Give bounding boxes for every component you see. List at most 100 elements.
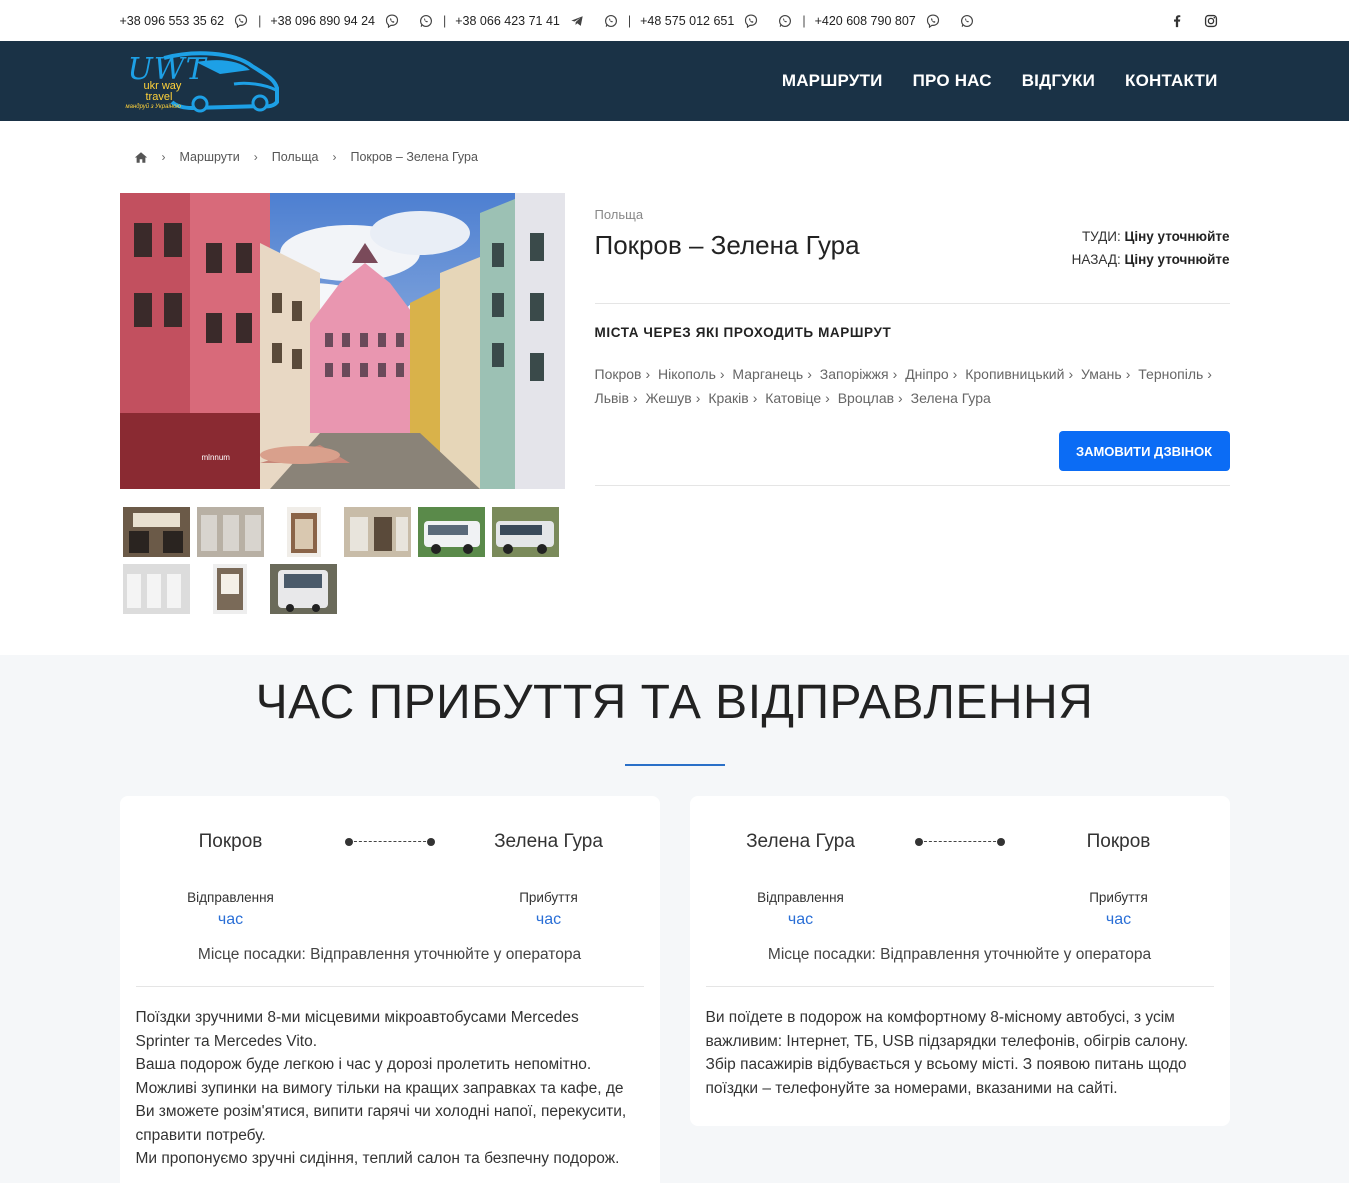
thumbnail[interactable]	[491, 507, 559, 557]
separator: |	[258, 13, 262, 28]
to-city: Покров	[1086, 831, 1151, 852]
phone-link[interactable]: +420 608 790 807	[815, 14, 916, 28]
schedule-card-return: Зелена Гура Покров Відправлення час Приб…	[689, 796, 1230, 1126]
thumbnail-list	[120, 507, 565, 614]
to-city: Зелена Гура	[494, 831, 603, 852]
city: Жешув	[645, 390, 692, 406]
thumbnail[interactable]	[122, 507, 190, 557]
order-call-button[interactable]: ЗАМОВИТИ ДЗВІНОК	[1058, 431, 1230, 471]
description-line: Ми пропонуємо зручні сидіння, теплий сал…	[135, 1150, 620, 1167]
arrival-label: Прибуття	[1089, 890, 1148, 905]
separator: |	[627, 13, 632, 28]
logo-sub2: travel	[145, 91, 173, 103]
whatsapp-icon[interactable]	[419, 14, 433, 28]
whatsapp-icon[interactable]	[778, 14, 792, 28]
nav-reviews[interactable]: ВІДГУКИ	[1022, 71, 1095, 91]
thumbnail[interactable]	[196, 507, 264, 557]
phone-link[interactable]: +38 096 890 94 24	[270, 14, 375, 28]
breadcrumb: › Маршрути › Польща › Покров – Зелена Гу…	[120, 121, 1230, 193]
route-description: Ви поїдете в подорож на комфортному 8-мі…	[706, 1006, 1214, 1100]
description-line: Можливі зупинки на вимогу тільки на кращ…	[135, 1079, 627, 1144]
city: Тернопіль	[1138, 366, 1204, 382]
thumbnail[interactable]	[269, 564, 337, 614]
divider	[135, 986, 644, 987]
chevron-right-icon: ›	[332, 150, 337, 164]
breadcrumb-routes[interactable]: Маршрути	[180, 150, 240, 164]
separator: |	[443, 13, 447, 28]
price-there-value: Ціну уточнюйте	[1124, 229, 1230, 244]
nav-routes[interactable]: МАРШРУТИ	[782, 71, 883, 91]
route-cities: Покров › Нікополь › Марганець › Запоріжжя › …	[594, 366, 1212, 406]
phone-link[interactable]: +48 575 012 651	[640, 14, 734, 28]
site-logo[interactable]: UWT ukr way travel мандруй з Україною	[124, 46, 284, 116]
city: Катовіце	[765, 390, 822, 406]
from-city: Зелена Гура	[746, 831, 855, 852]
route-country: Польща	[594, 207, 644, 222]
city: Дніпро	[905, 366, 949, 382]
breadcrumb-current: Покров – Зелена Гура	[350, 150, 478, 164]
viber-icon[interactable]	[385, 13, 399, 28]
main-route-image[interactable]: mlnnum	[119, 193, 565, 489]
city: Вроцлав	[837, 390, 895, 406]
departure-time: час	[217, 911, 244, 928]
phone-group-5: +420 608 790 807	[815, 14, 974, 28]
arrival-time: час	[535, 911, 562, 928]
viber-icon[interactable]	[744, 13, 758, 28]
boarding-place: Місце посадки: Відправлення уточнюйте у …	[767, 946, 1152, 963]
home-icon[interactable]	[134, 151, 148, 164]
phone-list: +38 096 553 35 62 | +38 096 890 94 24 | …	[120, 14, 974, 28]
description-line: Ваша подорож буде легкою і час у дорозі …	[135, 1056, 592, 1073]
thumbnail[interactable]	[417, 507, 485, 557]
breadcrumb-country[interactable]: Польща	[272, 150, 319, 164]
main-nav: МАРШРУТИ ПРО НАС ВІДГУКИ КОНТАКТИ	[782, 71, 1230, 91]
city: Умань	[1081, 366, 1122, 382]
viber-icon[interactable]	[234, 13, 248, 28]
city: Покров	[594, 366, 642, 382]
whatsapp-icon[interactable]	[960, 14, 974, 28]
boarding-place: Місце посадки: Відправлення уточнюйте у …	[197, 946, 582, 963]
shop-sign: mlnnum	[201, 453, 230, 462]
telegram-icon[interactable]	[570, 14, 584, 28]
chevron-right-icon: ›	[161, 150, 166, 164]
divider	[594, 303, 1230, 304]
cities-heading: МІСТА ЧЕРЕЗ ЯКІ ПРОХОДИТЬ МАРШРУТ	[594, 325, 892, 340]
city: Зелена Гура	[910, 390, 991, 406]
schedule-card-outbound: Покров Зелена Гура Відправлення час Приб…	[119, 796, 660, 1183]
whatsapp-icon[interactable]	[604, 14, 618, 28]
route-connector-icon	[914, 837, 1005, 847]
instagram-icon[interactable]	[1204, 14, 1218, 28]
route-connector-icon	[344, 837, 435, 847]
phone-group-4: +48 575 012 651	[640, 14, 792, 28]
phone-group-3: +38 066 423 71 41	[455, 14, 618, 28]
facebook-icon[interactable]	[1170, 14, 1184, 28]
phone-group-1: +38 096 553 35 62	[120, 14, 249, 28]
thumbnail[interactable]	[122, 564, 190, 614]
route-description: Поїздки зручними 8-ми місцевими мікроавт…	[136, 1006, 644, 1171]
price-there-label: ТУДИ:	[1081, 229, 1121, 244]
price-back-value: Ціну уточнюйте	[1124, 252, 1230, 267]
price-block: ТУДИ: Ціну уточнюйте НАЗАД: Ціну уточнюй…	[1072, 225, 1230, 271]
arrival-time: час	[1105, 911, 1132, 928]
separator: |	[802, 13, 806, 28]
route-title: Покров – Зелена Гура	[594, 230, 860, 260]
thumbnail[interactable]	[343, 507, 411, 557]
schedule-title: ЧАС ПРИБУТТЯ ТА ВІДПРАВЛЕННЯ	[255, 676, 1094, 729]
city: Кропивницький	[965, 366, 1065, 382]
title-underline	[624, 764, 725, 766]
chevron-right-icon: ›	[253, 150, 258, 164]
thumbnail[interactable]	[212, 564, 247, 614]
city: Нікополь	[658, 366, 716, 382]
phone-link[interactable]: +38 066 423 71 41	[455, 14, 560, 28]
social-links	[1170, 14, 1230, 28]
thumbnail[interactable]	[286, 507, 321, 557]
phone-group-2: +38 096 890 94 24	[270, 14, 433, 28]
divider	[705, 986, 1214, 987]
city: Львів	[594, 390, 629, 406]
nav-about[interactable]: ПРО НАС	[913, 71, 992, 91]
schedule-section: ЧАС ПРИБУТТЯ ТА ВІДПРАВЛЕННЯ Покров Зеле…	[0, 655, 1349, 1183]
phone-link[interactable]: +38 096 553 35 62	[120, 14, 225, 28]
nav-contacts[interactable]: КОНТАКТИ	[1125, 71, 1217, 91]
price-back-label: НАЗАД:	[1071, 252, 1121, 267]
city: Краків	[708, 390, 749, 406]
viber-icon[interactable]	[926, 13, 940, 28]
